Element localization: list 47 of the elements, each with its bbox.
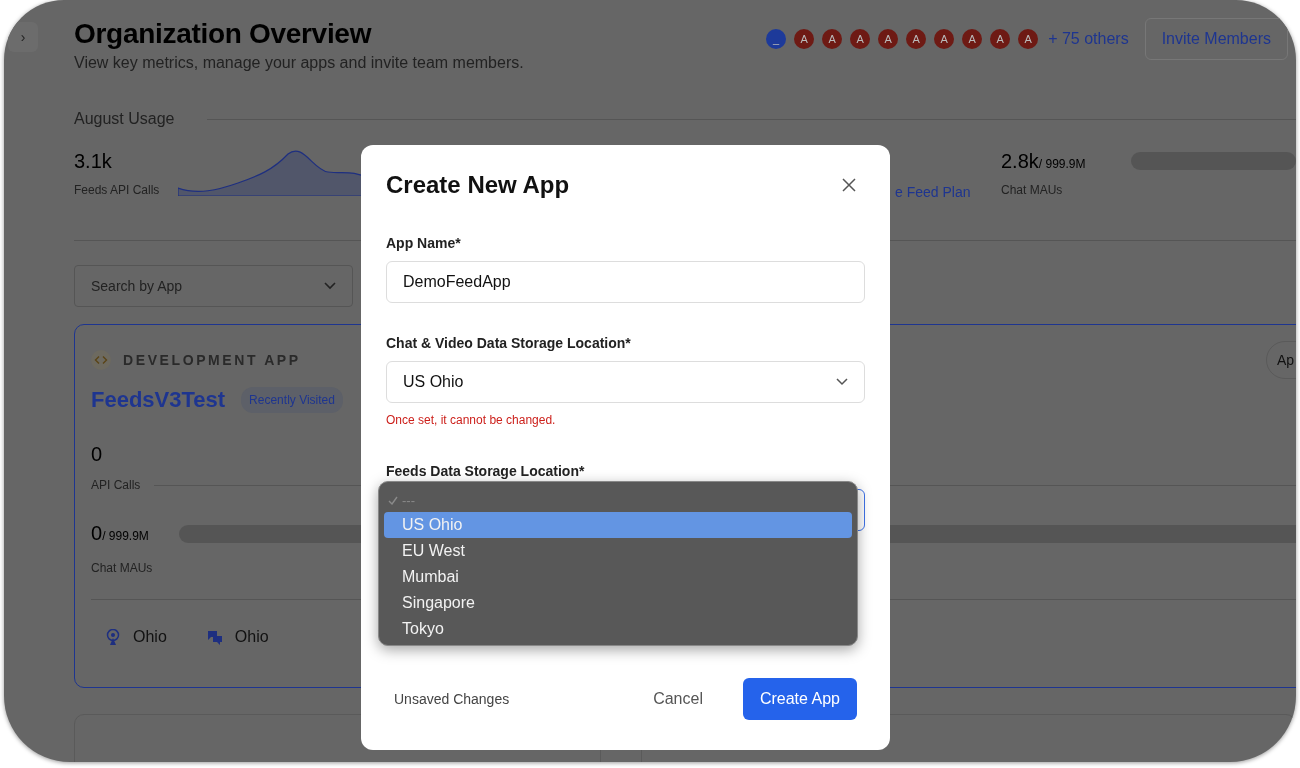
stat-label: Chat MAUs [1001, 183, 1064, 197]
stat-label: Chat MAUs [91, 561, 154, 575]
avatar[interactable]: A [906, 29, 927, 49]
location-label: Ohio [234, 628, 269, 646]
checkmark-icon [388, 495, 398, 505]
avatar[interactable]: A [850, 29, 871, 49]
stat-value: 2.8k/ 999.9M [1001, 150, 1087, 173]
page-title: Organization Overview [74, 18, 373, 50]
chevron-down-icon [324, 282, 336, 290]
create-app-button[interactable]: Create App [742, 678, 857, 720]
location-label: Ohio [133, 628, 167, 646]
code-icon [91, 350, 111, 370]
menu-option[interactable]: Mumbai [384, 564, 852, 590]
chevron-down-icon [836, 378, 848, 386]
app-name-field[interactable]: DemoFeedApp [386, 261, 865, 303]
avatar[interactable]: A [934, 29, 955, 49]
recently-visited-badge: Recently Visited [241, 387, 343, 413]
chat-icon [206, 629, 223, 645]
avatar[interactable]: A [962, 29, 983, 49]
warning-note: Once set, it cannot be changed. [386, 413, 557, 427]
cancel-button[interactable]: Cancel [647, 689, 709, 709]
page-subtitle: View key metrics, manage your apps and invite team members. [74, 54, 524, 72]
app-type: DEVELOPMENT APP [123, 352, 301, 368]
menu-option[interactable]: Tokyo [384, 616, 852, 642]
section-title: August Usage [74, 110, 175, 128]
avatar[interactable]: A [822, 29, 843, 49]
menu-option[interactable]: Singapore [384, 590, 852, 616]
menu-option[interactable]: EU West [384, 538, 852, 564]
close-icon[interactable] [842, 178, 856, 192]
field-label: Chat & Video Data Storage Location* [386, 335, 632, 351]
avatar[interactable]: A [1018, 29, 1039, 49]
field-label: Feeds Data Storage Location* [386, 463, 586, 479]
avatar[interactable]: A [878, 29, 899, 49]
broadcast-icon [105, 629, 121, 645]
select-field[interactable]: US Ohio [386, 361, 865, 403]
avatar[interactable]: A [990, 29, 1011, 49]
field-label: App Name* [386, 235, 462, 251]
stat-value: 0 [91, 443, 104, 466]
stat-value: 3.1k [74, 150, 113, 173]
unsaved-status: Unsaved Changes [394, 691, 510, 707]
stat-value: 0/ 999.9M [91, 522, 149, 545]
stat-label: API Calls [91, 478, 141, 492]
stat-label: Feeds API Calls [74, 183, 161, 197]
dialog-title: Create New App [386, 171, 570, 199]
avatar[interactable]: A [794, 29, 815, 49]
sidebar-toggle[interactable]: › [8, 22, 38, 52]
avatar[interactable]: _ [766, 29, 787, 49]
